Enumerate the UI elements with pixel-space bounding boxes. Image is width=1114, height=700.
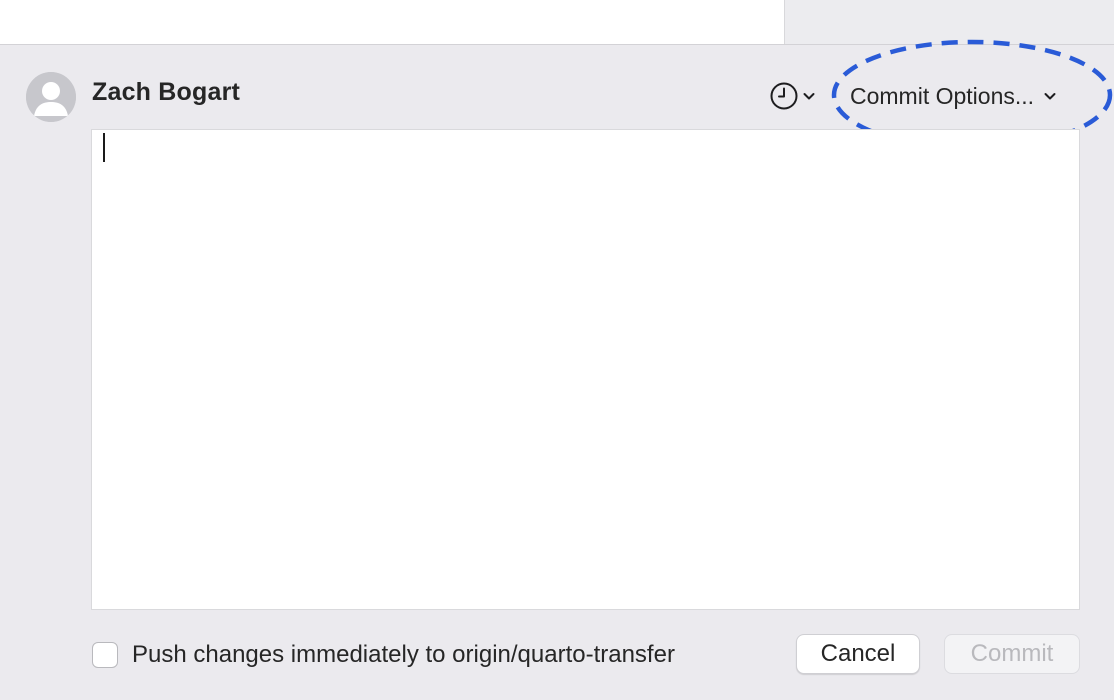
cancel-button[interactable]: Cancel [796,634,920,674]
commit-button[interactable]: Commit [944,634,1080,674]
push-immediately-label[interactable]: Push changes immediately to origin/quart… [132,641,675,669]
chevron-down-icon [803,93,815,100]
author-avatar [26,72,76,122]
commit-history-button[interactable] [769,80,829,112]
commit-options-menu[interactable]: Commit Options... [850,82,1058,110]
commit-options-label: Commit Options... [850,82,1035,109]
push-immediately-checkbox[interactable] [92,642,118,668]
diff-pane [785,0,1114,44]
user-silhouette-icon [26,72,76,122]
text-caret [103,133,105,162]
clock-icon [770,82,798,110]
author-name: Zach Bogart [92,78,241,106]
chevron-down-icon [1044,93,1056,100]
commit-message-input[interactable] [91,129,1080,610]
